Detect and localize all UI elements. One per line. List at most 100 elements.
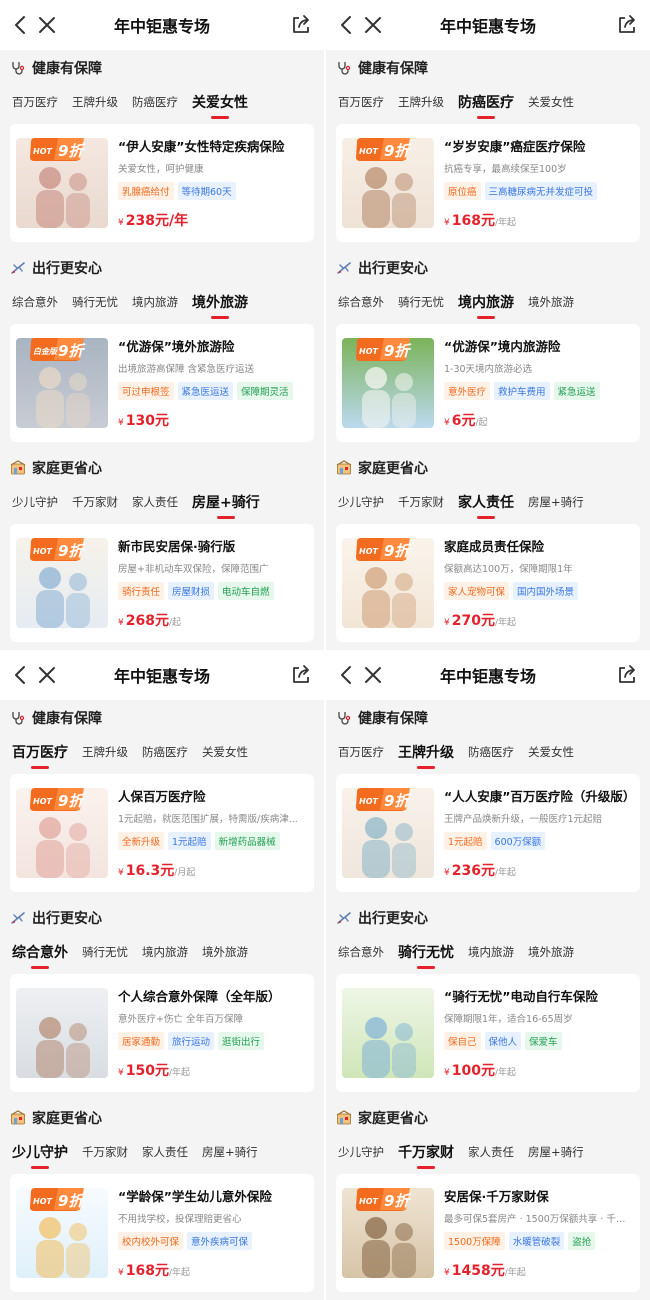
category-tab[interactable]: 百万医疗 — [338, 736, 384, 760]
category-tabs: 综合意外 骑行无忧 境内旅游 境外旅游 — [0, 936, 324, 970]
section-heading: 出行更安心 — [326, 250, 650, 286]
share-icon[interactable] — [616, 664, 638, 686]
category-tab[interactable]: 境外旅游 — [528, 936, 574, 960]
back-icon[interactable] — [10, 14, 32, 36]
product-name: “伊人安康”女性特定疾病保险 — [118, 139, 285, 154]
product-card[interactable]: HOT 9折 新市民安居保·骑行版 房屋+非机动车双保险，保障范围广 骑行责任房… — [10, 524, 314, 642]
category-tab[interactable]: 王牌升级 — [82, 736, 128, 760]
category-tab[interactable]: 百万医疗 — [338, 86, 384, 110]
feature-chip: 居家通勤 — [118, 1032, 165, 1050]
feature-chip: 电动车自燃 — [218, 582, 274, 600]
category-tab[interactable]: 家人责任 — [142, 1136, 188, 1160]
category-tab[interactable]: 王牌升级 — [72, 86, 118, 110]
stethoscope-icon — [10, 710, 26, 726]
share-icon[interactable] — [290, 664, 312, 686]
category-tab[interactable]: 防癌医疗 — [468, 736, 514, 760]
category-tab[interactable]: 防癌医疗 — [132, 86, 178, 110]
product-price: ¥150元/年起 — [118, 1060, 308, 1080]
product-description: 最多可保5套房产 · 1500万保额共享 · 千万... — [444, 1214, 634, 1225]
category-tab[interactable]: 综合意外 — [338, 936, 384, 960]
category-tab[interactable]: 骑行无忧 — [398, 286, 444, 310]
category-tab[interactable]: 千万家财 — [72, 486, 118, 510]
product-card[interactable]: 白金版 9折 “优游保”境外旅游险 出境旅游高保障 含紧急医疗运送 可过申根签紧… — [10, 324, 314, 442]
product-card[interactable]: “骑行无忧”电动自行车保险 保障期限1年，适合16-65周岁 保自己 保他人 保爱车… — [336, 974, 640, 1092]
discount-badge: HOT 9折 — [356, 138, 412, 161]
section-title: 出行更安心 — [32, 261, 102, 277]
product-card[interactable]: HOT 9折 “人人安康”百万医疗险（升级版） 王牌产品焕新升级，一般医疗1元起… — [336, 774, 640, 892]
discount-badge: HOT 9折 — [356, 1188, 412, 1211]
category-tab[interactable]: 少儿守护 — [12, 486, 58, 510]
category-tab[interactable]: 防癌医疗 — [458, 86, 514, 112]
category-tab[interactable]: 境内旅游 — [142, 936, 188, 960]
category-tab[interactable]: 骑行无忧 — [72, 286, 118, 310]
product-card[interactable]: HOT 9折 “优游保”境内旅游险 1-30天境内旅游必选 意外医疗 救护车费用紧… — [336, 324, 640, 442]
back-icon[interactable] — [336, 14, 358, 36]
category-tab[interactable]: 骑行无忧 — [398, 936, 454, 962]
feature-chips: 保自己 保他人 保爱车 — [444, 1032, 634, 1050]
category-tab[interactable]: 家人责任 — [458, 486, 514, 512]
category-tab[interactable]: 防癌医疗 — [142, 736, 188, 760]
category-tab[interactable]: 房屋+骑行 — [528, 1136, 584, 1160]
category-tab[interactable]: 关爱女性 — [528, 736, 574, 760]
product-card[interactable]: HOT 9折 “学龄保”学生幼儿意外保险 不用找学校，投保理赔更省心 校内校外可… — [10, 1174, 314, 1292]
category-tab[interactable]: 综合意外 — [12, 936, 68, 962]
back-icon[interactable] — [10, 664, 32, 686]
category-tab[interactable]: 家人责任 — [132, 486, 178, 510]
category-tab[interactable]: 百万医疗 — [12, 736, 68, 762]
feature-chip: 全新升级 — [118, 832, 165, 850]
product-card[interactable]: HOT 9折 人保百万医疗险 1元起赔，就医范围扩展，特需版/疾病津... 全新… — [10, 774, 314, 892]
badge-tag: HOT — [33, 547, 52, 556]
product-description: 保额高达100万，保障期限1年 — [444, 564, 573, 575]
product-card[interactable]: HOT 9折 安居保·千万家财保 最多可保5套房产 · 1500万保额共享 · … — [336, 1174, 640, 1292]
category-tab[interactable]: 境外旅游 — [202, 936, 248, 960]
category-tab[interactable]: 少儿守护 — [12, 1136, 68, 1162]
category-tab[interactable]: 境内旅游 — [132, 286, 178, 310]
category-tab[interactable]: 境内旅游 — [468, 936, 514, 960]
product-card[interactable]: HOT 9折 “伊人安康”女性特定疾病保险 关爱女性，呵护健康 乳腺癌给付 等待期… — [10, 124, 314, 242]
back-icon[interactable] — [336, 664, 358, 686]
category-tab[interactable]: 关爱女性 — [528, 86, 574, 110]
badge-text: 9折 — [384, 342, 412, 360]
category-tab[interactable]: 少儿守护 — [338, 1136, 384, 1160]
category-tab[interactable]: 少儿守护 — [338, 486, 384, 510]
category-tab[interactable]: 房屋+骑行 — [192, 486, 260, 512]
close-icon[interactable] — [362, 14, 384, 36]
category-tab[interactable]: 关爱女性 — [192, 86, 248, 112]
share-icon[interactable] — [290, 14, 312, 36]
product-description: 抗癌专享，最高续保至100岁 — [444, 164, 567, 175]
category-tab[interactable]: 综合意外 — [12, 286, 58, 310]
category-tab[interactable]: 千万家财 — [82, 1136, 128, 1160]
product-card[interactable]: HOT 9折 家庭成员责任保险 保额高达100万，保障期限1年 家人宠物可保 国内… — [336, 524, 640, 642]
badge-text: 9折 — [384, 542, 412, 560]
category-tab[interactable]: 家人责任 — [468, 1136, 514, 1160]
close-icon[interactable] — [36, 664, 58, 686]
category-tab[interactable]: 千万家财 — [398, 486, 444, 510]
share-icon[interactable] — [616, 14, 638, 36]
feature-chips: 可过申根签 紧急医运送 保障期灵活 — [118, 382, 308, 400]
category-tab[interactable]: 境内旅游 — [458, 286, 514, 312]
product-image — [342, 988, 434, 1078]
category-tab[interactable]: 境外旅游 — [528, 286, 574, 310]
section-heading: 健康有保障 — [0, 700, 324, 736]
category-tab[interactable]: 千万家财 — [398, 1136, 454, 1162]
product-card[interactable]: HOT 9折 “岁岁安康”癌症医疗保险 抗癌专享，最高续保至100岁 原位癌 三高… — [336, 124, 640, 242]
category-tab[interactable]: 境外旅游 — [192, 286, 248, 312]
category-tab[interactable]: 王牌升级 — [398, 736, 454, 762]
category-tabs: 百万医疗 王牌升级 防癌医疗 关爱女性 — [326, 736, 650, 770]
badge-text: 9折 — [384, 792, 412, 810]
category-tab[interactable]: 综合意外 — [338, 286, 384, 310]
category-tab[interactable]: 关爱女性 — [202, 736, 248, 760]
feature-chip: 1元起赔 — [444, 832, 487, 850]
category-tab[interactable]: 王牌升级 — [398, 86, 444, 110]
category-tab[interactable]: 房屋+骑行 — [202, 1136, 258, 1160]
category-tab[interactable]: 骑行无忧 — [82, 936, 128, 960]
price-value: 236元 — [451, 863, 495, 879]
close-icon[interactable] — [362, 664, 384, 686]
product-name: 个人综合意外保障（全年版） — [118, 989, 281, 1004]
category-tab[interactable]: 百万医疗 — [12, 86, 58, 110]
badge-tag: HOT — [33, 147, 52, 156]
product-card[interactable]: 个人综合意外保障（全年版） 意外医疗+伤亡 全年百万保障 居家通勤 旅行运动 逛街出… — [10, 974, 314, 1092]
category-tab[interactable]: 房屋+骑行 — [528, 486, 584, 510]
category-tabs: 综合意外 骑行无忧 境内旅游 境外旅游 — [326, 936, 650, 970]
close-icon[interactable] — [36, 14, 58, 36]
